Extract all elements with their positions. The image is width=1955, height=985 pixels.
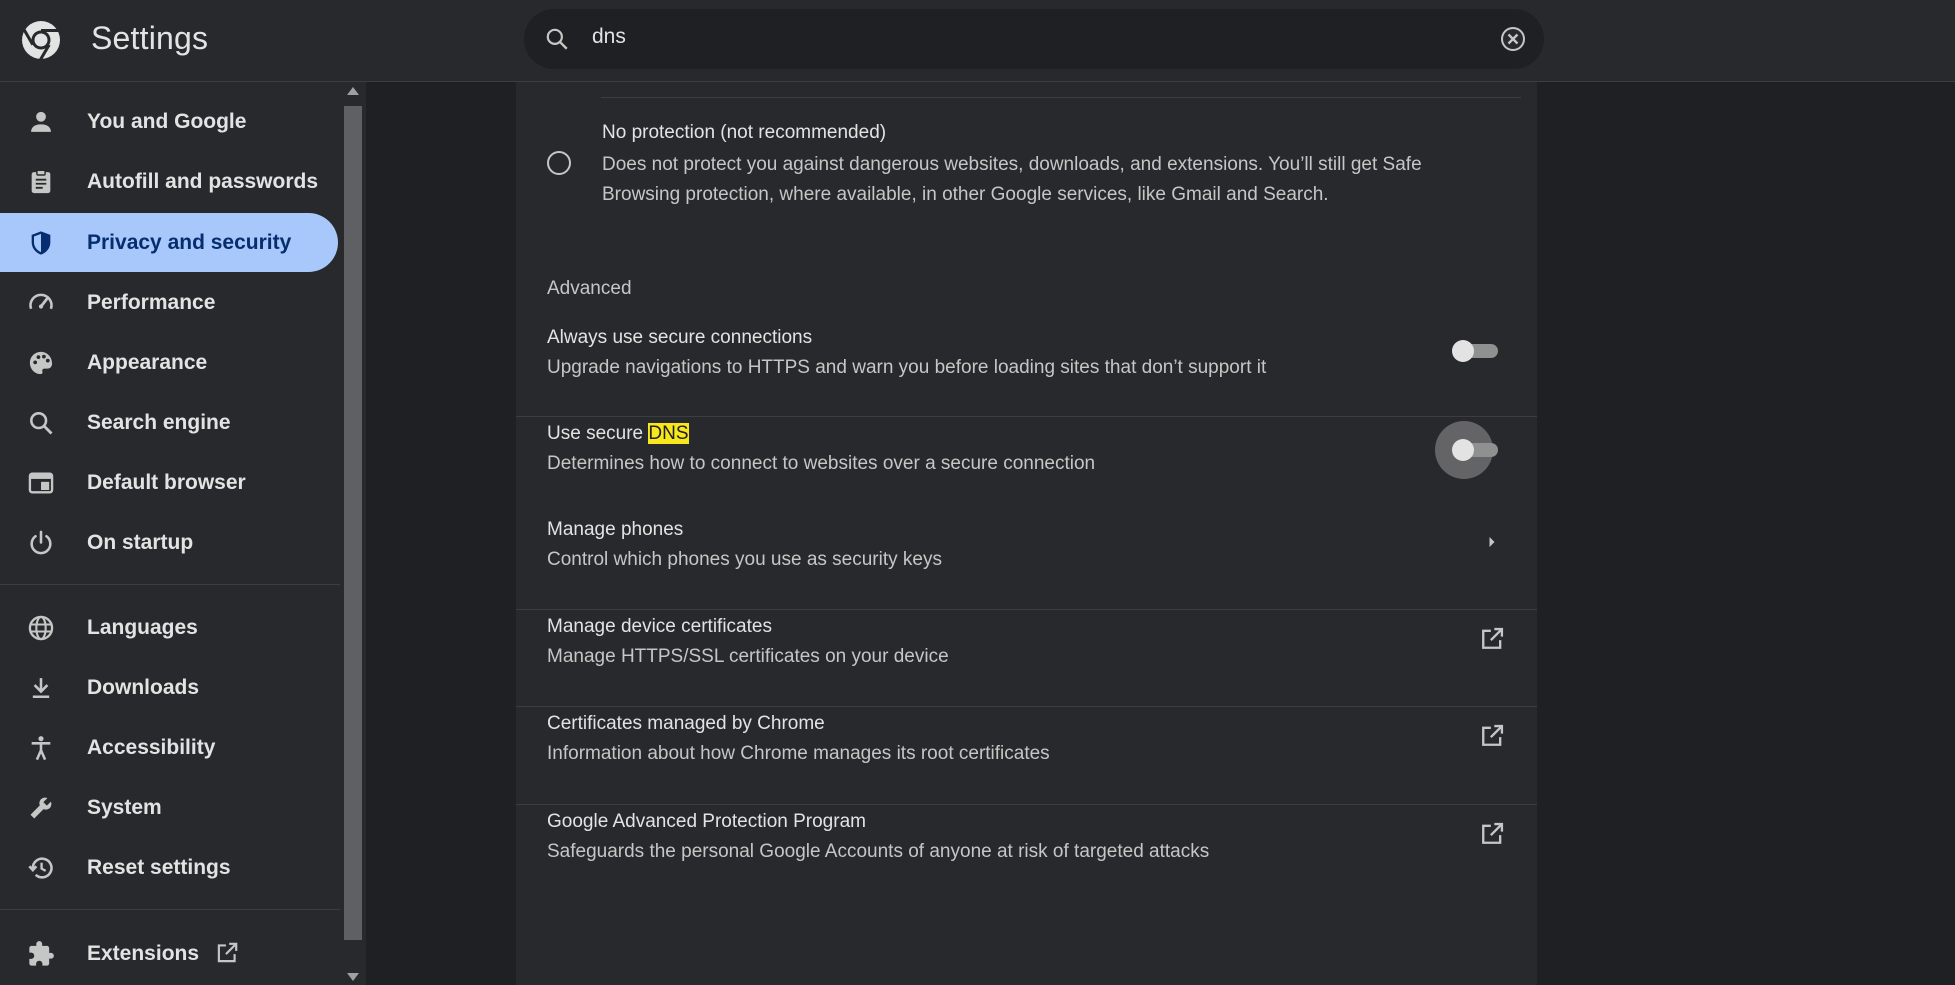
row-description: Information about how Chrome manages its… (547, 743, 1050, 764)
open-in-new-icon (217, 942, 238, 963)
chevron-right-icon[interactable] (1478, 528, 1506, 556)
search-match-highlight: DNS (648, 423, 689, 444)
sidebar-item-reset-settings[interactable]: Reset settings (0, 838, 338, 897)
sidebar-item-label: Extensions (87, 942, 200, 965)
sidebar-item-label: Accessibility (87, 736, 216, 759)
row-description: Determines how to connect to websites ov… (547, 453, 1096, 474)
speedometer-icon (29, 293, 53, 310)
sidebar-item-autofill[interactable]: Autofill and passwords (0, 152, 338, 211)
sidebar-item-label: You and Google (87, 110, 247, 133)
settings-card: No protection (not recommended) Does not… (516, 82, 1537, 985)
open-in-new-icon[interactable] (1478, 625, 1506, 653)
scroll-up-arrow-icon[interactable] (347, 87, 359, 95)
sidebar-item-performance[interactable]: Performance (0, 273, 338, 332)
clear-search-icon[interactable] (1499, 25, 1527, 53)
search-input[interactable]: dns (592, 25, 626, 49)
sidebar-divider (0, 584, 340, 585)
row-description: Control which phones you use as security… (547, 549, 942, 570)
row-title: Certificates managed by Chrome (547, 713, 825, 734)
scroll-down-arrow-icon[interactable] (347, 973, 359, 981)
top-bar: Settings dns (0, 0, 1955, 82)
person-icon (31, 111, 51, 132)
open-in-new-icon[interactable] (1478, 820, 1506, 848)
sidebar-item-label: Appearance (87, 351, 208, 374)
sidebar-item-appearance[interactable]: Appearance (0, 333, 338, 392)
sidebar-item-default-browser[interactable]: Default browser (0, 453, 338, 512)
sidebar: You and Google Autofill and passwords Pr… (0, 82, 340, 985)
accessibility-icon (31, 736, 51, 761)
puzzle-icon (29, 941, 54, 966)
divider (516, 706, 1537, 707)
page-title: Settings (91, 20, 209, 56)
row-description: Safeguards the personal Google Accounts … (547, 841, 1210, 862)
sidebar-item-label: Search engine (87, 411, 231, 434)
row-title-prefix: Use secure (547, 423, 649, 444)
no-protection-radio[interactable] (547, 151, 571, 175)
sidebar-item-label: Autofill and passwords (87, 170, 319, 193)
search-box[interactable]: dns (524, 9, 1544, 69)
browser-icon (28, 472, 54, 494)
open-in-new-icon[interactable] (1478, 722, 1506, 750)
sidebar-divider (0, 909, 340, 910)
sidebar-item-label: Default browser (87, 471, 246, 494)
clipboard-icon (31, 169, 51, 194)
sidebar-scrollbar[interactable] (340, 82, 366, 985)
shield-icon (31, 231, 51, 255)
sidebar-item-label: Performance (87, 291, 216, 314)
divider (516, 416, 1537, 417)
no-protection-title: No protection (not recommended) (602, 122, 887, 143)
sidebar-item-privacy-and-security[interactable]: Privacy and security (0, 213, 338, 272)
sidebar-item-accessibility[interactable]: Accessibility (0, 718, 338, 777)
sidebar-item-label: System (87, 796, 162, 819)
row-title: Always use secure connections (547, 327, 813, 348)
use-secure-dns-row[interactable]: Use secure DNS Determines how to connect… (516, 421, 1537, 517)
divider (601, 97, 1521, 98)
row-title: Use secure DNS (547, 423, 689, 445)
sidebar-item-downloads[interactable]: Downloads (0, 658, 338, 717)
sidebar-item-label: Reset settings (87, 856, 231, 879)
search-icon (30, 412, 53, 435)
advanced-section-heading: Advanced (547, 278, 632, 299)
row-title: Google Advanced Protection Program (547, 811, 866, 832)
always-secure-connections-row[interactable]: Always use secure connections Upgrade na… (516, 324, 1537, 420)
history-icon (28, 857, 53, 879)
row-description: Upgrade navigations to HTTPS and warn yo… (547, 357, 1267, 378)
power-icon (30, 530, 52, 555)
wrench-icon (30, 797, 52, 819)
no-protection-description: Does not protect you against dangerous w… (602, 154, 1422, 205)
search-icon (546, 28, 568, 50)
sidebar-item-label: Privacy and security (87, 231, 292, 254)
certificates-managed-by-chrome-row[interactable]: Certificates managed by Chrome Informati… (516, 712, 1537, 808)
divider (516, 609, 1537, 610)
palette-icon (29, 351, 53, 375)
scroll-thumb[interactable] (344, 106, 362, 940)
manage-device-certificates-row[interactable]: Manage device certificates Manage HTTPS/… (516, 615, 1537, 711)
sidebar-item-label: Languages (87, 616, 198, 639)
manage-phones-row[interactable]: Manage phones Control which phones you u… (516, 518, 1537, 614)
sidebar-item-languages[interactable]: Languages (0, 598, 338, 657)
globe-icon (28, 615, 54, 641)
use-secure-dns-toggle[interactable] (1435, 421, 1500, 479)
advanced-protection-program-row[interactable]: Google Advanced Protection Program Safeg… (516, 810, 1537, 906)
always-secure-connections-toggle[interactable] (1452, 336, 1500, 366)
sidebar-item-extensions[interactable]: Extensions (0, 924, 338, 983)
download-icon (32, 678, 50, 699)
chrome-logo-icon (22, 21, 60, 61)
sidebar-item-system[interactable]: System (0, 778, 338, 837)
row-title: Manage device certificates (547, 616, 772, 637)
row-title: Manage phones (547, 519, 684, 540)
row-description: Manage HTTPS/SSL certificates on your de… (547, 646, 949, 667)
divider (516, 804, 1537, 805)
sidebar-item-on-startup[interactable]: On startup (0, 513, 338, 572)
sidebar-item-label: Downloads (87, 676, 200, 699)
sidebar-item-you-and-google[interactable]: You and Google (0, 92, 338, 151)
sidebar-item-label: On startup (87, 531, 194, 554)
sidebar-item-search-engine[interactable]: Search engine (0, 393, 338, 452)
